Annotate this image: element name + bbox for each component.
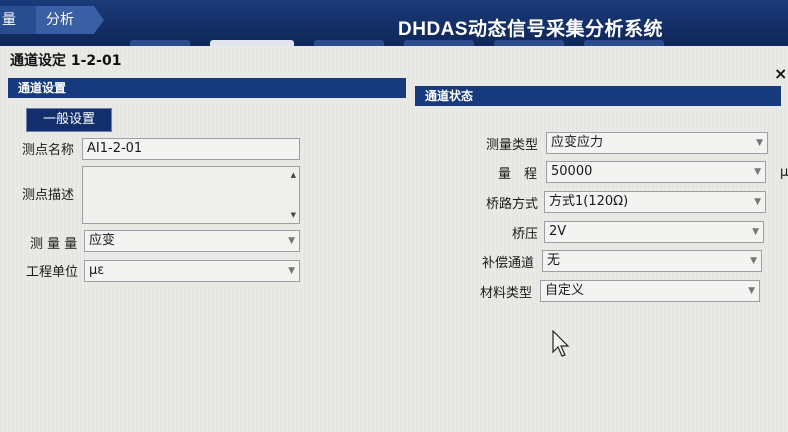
- range-select[interactable]: 50000 ▼: [546, 161, 766, 183]
- app-title: DHDAS动态信号采集分析系统: [398, 19, 664, 40]
- tab-general-settings[interactable]: 一般设置: [26, 108, 112, 132]
- range-label: 量 程: [498, 167, 538, 182]
- chevron-down-icon: ▼: [754, 167, 761, 177]
- measure-quantity-value: 应变: [89, 233, 116, 248]
- channel-settings-section-header: 通道设置: [8, 78, 406, 98]
- chevron-down-icon: ▼: [756, 138, 763, 148]
- point-desc-label: 测点描述: [22, 188, 75, 203]
- point-name-label: 测点名称: [22, 143, 75, 158]
- engineering-unit-label: 工程单位: [26, 265, 79, 280]
- dialog-title: 通道设定 1-2-01: [10, 53, 122, 69]
- material-type-value: 自定义: [545, 283, 585, 298]
- channel-status-section-header: 通道状态: [415, 86, 781, 106]
- chevron-down-icon: ▼: [754, 197, 761, 207]
- material-type-label: 材料类型: [480, 286, 533, 301]
- chevron-down-icon: ▼: [752, 227, 759, 237]
- measure-type-select[interactable]: 应变应力 ▼: [546, 132, 768, 154]
- compensation-channel-select[interactable]: 无 ▼: [542, 250, 762, 272]
- point-desc-textarea[interactable]: ▲ ▼: [82, 166, 300, 224]
- mouse-pointer-icon: [552, 330, 570, 357]
- chevron-down-icon: ▼: [288, 236, 295, 246]
- chevron-down-icon: ▼: [748, 286, 755, 296]
- point-name-input[interactable]: AI1-2-01: [82, 138, 300, 160]
- bridge-voltage-select[interactable]: 2V ▼: [544, 221, 764, 243]
- triangle-down-icon[interactable]: ▼: [291, 211, 296, 219]
- close-icon[interactable]: ×: [774, 64, 788, 83]
- engineering-unit-select[interactable]: με ▼: [84, 260, 300, 282]
- chevron-down-icon: ▼: [288, 266, 295, 276]
- bridge-voltage-value: 2V: [549, 224, 567, 239]
- measure-quantity-select[interactable]: 应变 ▼: [84, 230, 300, 252]
- bridge-mode-value: 方式1(120Ω): [549, 194, 629, 209]
- breadcrumb-item-analysis[interactable]: 分析: [36, 6, 104, 34]
- bridge-mode-select[interactable]: 方式1(120Ω) ▼: [544, 191, 766, 213]
- compensation-channel-label: 补偿通道: [482, 256, 535, 271]
- triangle-up-icon[interactable]: ▲: [291, 171, 296, 179]
- measure-type-label: 测量类型: [486, 138, 539, 153]
- bridge-voltage-label: 桥压: [512, 227, 539, 242]
- breadcrumb-item-measure[interactable]: 量: [0, 6, 38, 34]
- range-value: 50000: [551, 164, 593, 179]
- material-type-select[interactable]: 自定义 ▼: [540, 280, 760, 302]
- measure-quantity-label: 测 量 量: [30, 237, 78, 252]
- range-unit-partial: μ: [780, 165, 788, 180]
- bridge-mode-label: 桥路方式: [486, 197, 539, 212]
- measure-type-value: 应变应力: [551, 135, 604, 150]
- compensation-channel-value: 无: [547, 253, 561, 268]
- chevron-down-icon: ▼: [750, 256, 757, 266]
- channel-settings-dialog: 通道设定 1-2-01 × 通道设置 通道状态 一般设置 测点名称 AI1-2-…: [0, 46, 788, 432]
- engineering-unit-value: με: [89, 263, 105, 278]
